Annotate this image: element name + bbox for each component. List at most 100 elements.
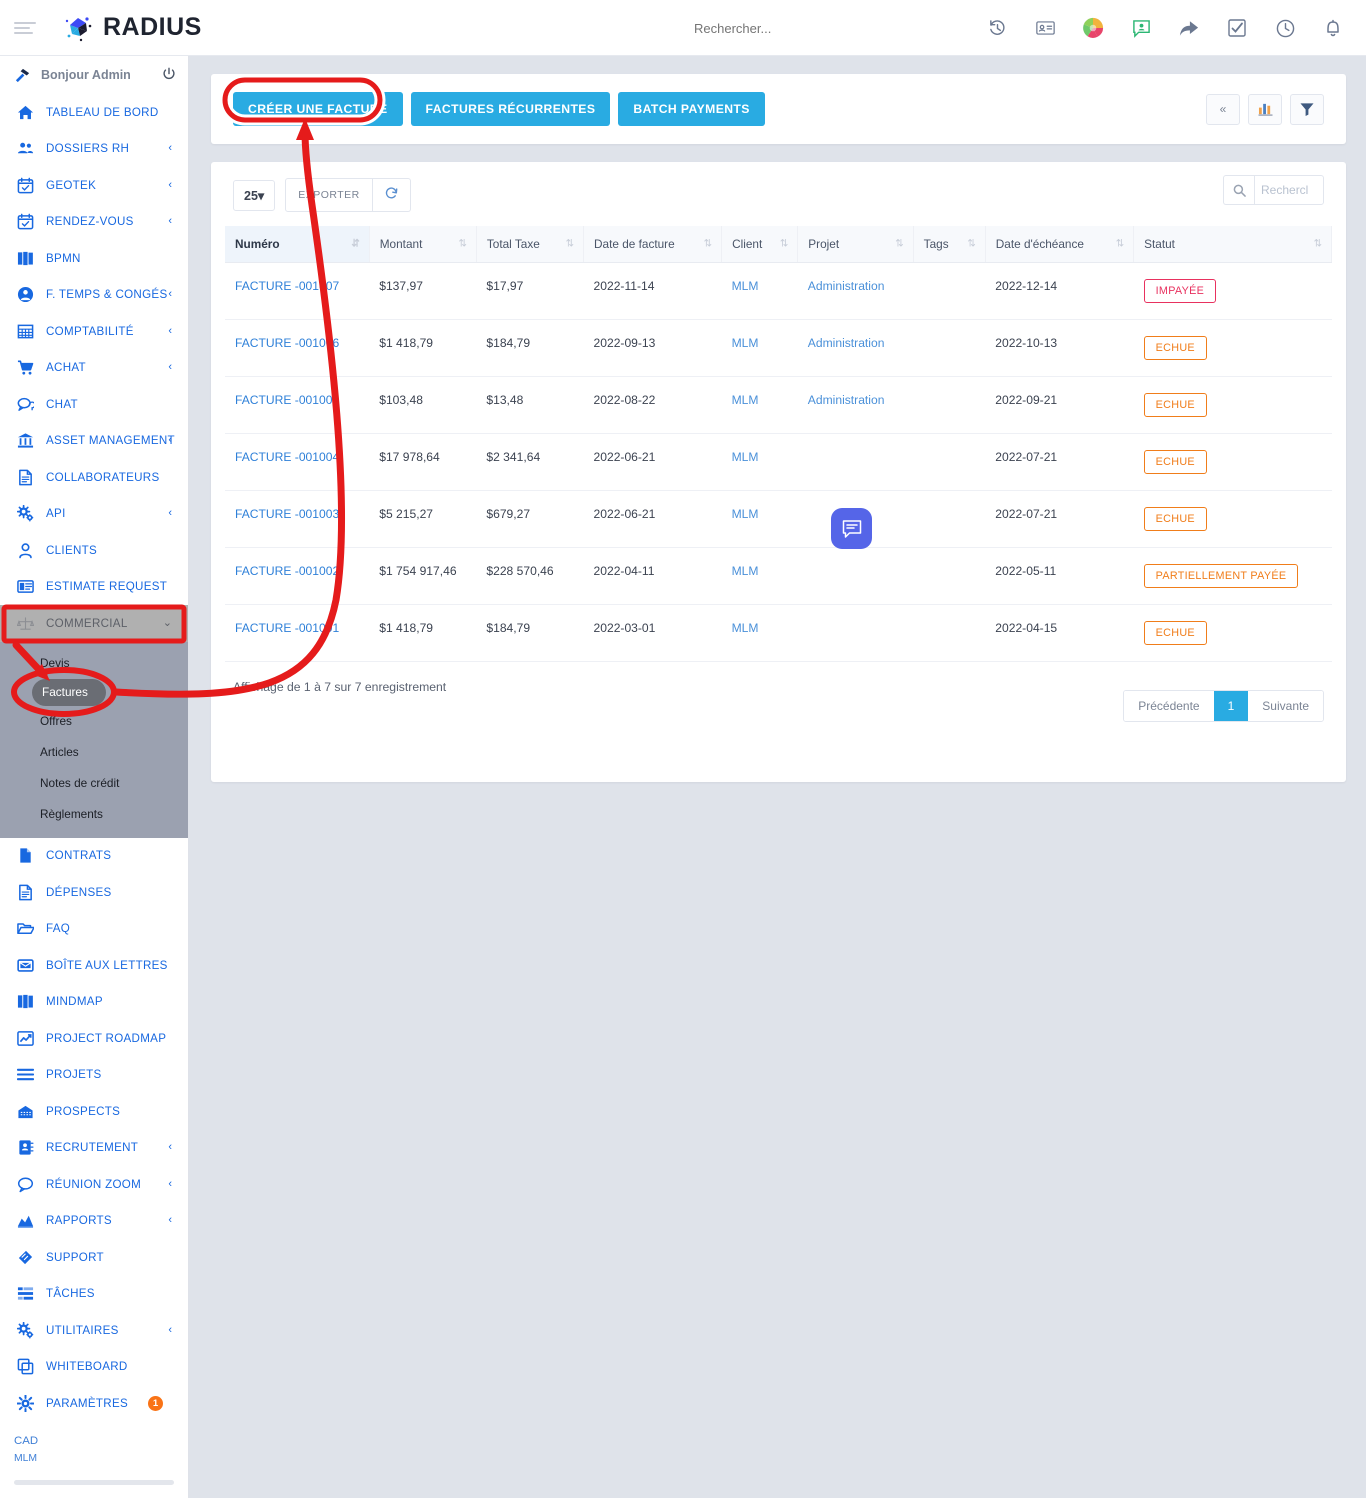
column-header-date-de-facture[interactable]: Date de facture ⇅ xyxy=(583,226,723,263)
batch-payments-button[interactable]: BATCH PAYMENTS xyxy=(618,92,765,126)
export-button[interactable]: EXPORTER xyxy=(285,178,373,212)
client-link[interactable]: MLM xyxy=(732,393,759,407)
sidebar-item-projets[interactable]: PROJETS xyxy=(0,1057,188,1094)
sidebar-subitem-r-glements[interactable]: Règlements xyxy=(0,799,188,830)
radius-logo-icon xyxy=(65,16,92,41)
invoice-link[interactable]: FACTURE -001004 xyxy=(235,450,339,464)
folder-open-icon xyxy=(16,920,34,938)
sidebar-item-collaborateurs[interactable]: COLLABORATEURS xyxy=(0,459,188,496)
client-link[interactable]: MLM xyxy=(732,621,759,635)
sidebar-item-mindmap[interactable]: MINDMAP xyxy=(0,984,188,1021)
contact-card-icon[interactable] xyxy=(1034,17,1056,39)
sidebar-item-estimate-request[interactable]: ESTIMATE REQUEST xyxy=(0,569,188,606)
table-row[interactable]: FACTURE -001001 $1 418,79 $184,79 2022-03-0… xyxy=(225,604,1332,662)
column-header-tags[interactable]: Tags ⇅ xyxy=(913,226,986,263)
cell-numero: FACTURE -001002 xyxy=(225,547,370,605)
sidebar-item-contrats[interactable]: CONTRATS xyxy=(0,838,188,875)
invoice-link[interactable]: FACTURE -001002 xyxy=(235,564,339,578)
sidebar-subitem-notes-de-cr-dit[interactable]: Notes de crédit xyxy=(0,768,188,799)
table-row[interactable]: FACTURE -001002 $1 754 917,46 $228 570,46 2… xyxy=(225,547,1332,605)
sidebar-item-bo-te-aux-lettres[interactable]: BOÎTE AUX LETTRES xyxy=(0,947,188,984)
column-header-montant[interactable]: Montant ⇅ xyxy=(369,226,477,263)
sidebar-item-commercial[interactable]: COMMERCIAL ⌄ xyxy=(0,605,188,642)
sidebar-item-chat[interactable]: CHAT xyxy=(0,386,188,423)
column-header-total-taxe[interactable]: Total Taxe ⇅ xyxy=(476,226,585,263)
table-row[interactable]: FACTURE -001006 $1 418,79 $184,79 2022-09-1… xyxy=(225,319,1332,377)
sidebar-item-asset-management[interactable]: ASSET MANAGEMENT ‹ xyxy=(0,423,188,460)
sidebar-item-project-roadmap[interactable]: PROJECT ROADMAP xyxy=(0,1020,188,1057)
sidebar-item-param-tres[interactable]: PARAMÈTRES 1 xyxy=(0,1385,188,1422)
pagination-previous[interactable]: Précédente xyxy=(1124,691,1214,721)
sidebar-scrollbar[interactable] xyxy=(14,1479,174,1485)
sidebar-subitem-articles[interactable]: Articles xyxy=(0,737,188,768)
pagination-next[interactable]: Suivante xyxy=(1248,691,1323,721)
invoice-link[interactable]: FACTURE -001006 xyxy=(235,336,339,350)
recurring-invoices-button[interactable]: FACTURES RÉCURRENTES xyxy=(410,92,611,126)
pagination-page-1[interactable]: 1 xyxy=(1213,691,1249,721)
menu-toggle-icon[interactable] xyxy=(14,19,36,37)
sidebar-subitem-devis[interactable]: Devis xyxy=(0,648,188,679)
sidebar-item-t-ches[interactable]: TÂCHES xyxy=(0,1276,188,1313)
create-invoice-button[interactable]: CRÉER UNE FACTURE xyxy=(233,92,403,126)
sidebar-item-geotek[interactable]: GEOTEK ‹ xyxy=(0,167,188,204)
client-link[interactable]: MLM xyxy=(732,450,759,464)
column-header-client[interactable]: Client ⇅ xyxy=(721,226,799,263)
invoice-link[interactable]: FACTURE -001007 xyxy=(235,279,339,293)
refresh-icon[interactable] xyxy=(372,178,411,212)
color-globe-icon[interactable] xyxy=(1082,17,1104,39)
sidebar-item-achat[interactable]: ACHAT ‹ xyxy=(0,350,188,387)
sidebar-item-faq[interactable]: FAQ xyxy=(0,911,188,948)
sidebar-item-utilitaires[interactable]: UTILITAIRES ‹ xyxy=(0,1312,188,1349)
column-header-date-d-ch-ance[interactable]: Date d'échéance ⇅ xyxy=(985,226,1135,263)
sidebar-item-f-temps-cong-s[interactable]: F. TEMPS & CONGÉS ‹ xyxy=(0,277,188,314)
history-icon[interactable] xyxy=(986,17,1008,39)
brand-logo[interactable]: RADIUS xyxy=(62,12,202,44)
table-row[interactable]: FACTURE -001003 $5 215,27 $679,27 2022-06-2… xyxy=(225,490,1332,548)
client-link[interactable]: MLM xyxy=(732,564,759,578)
global-search-input[interactable] xyxy=(692,20,952,37)
table-row[interactable]: FACTURE -001004 $17 978,64 $2 341,64 2022-0… xyxy=(225,433,1332,491)
logout-icon[interactable] xyxy=(162,67,176,84)
checkbox-icon[interactable] xyxy=(1226,17,1248,39)
sidebar-item-r-union-zoom[interactable]: RÉUNION ZOOM ‹ xyxy=(0,1166,188,1203)
filter-icon[interactable] xyxy=(1290,93,1324,125)
client-link[interactable]: MLM xyxy=(732,279,759,293)
clock-icon[interactable] xyxy=(1274,17,1296,39)
sidebar-item-support[interactable]: SUPPORT xyxy=(0,1239,188,1276)
sidebar-item-bpmn[interactable]: BPMN xyxy=(0,240,188,277)
sidebar-item-tableau-de-bord[interactable]: TABLEAU DE BORD xyxy=(0,94,188,131)
sidebar-item-clients[interactable]: CLIENTS xyxy=(0,532,188,569)
sidebar-item-prospects[interactable]: PROSPECTS xyxy=(0,1093,188,1130)
sidebar-item-d-penses[interactable]: DÉPENSES xyxy=(0,874,188,911)
sidebar-item-dossiers-rh[interactable]: DOSSIERS RH ‹ xyxy=(0,131,188,168)
table-search-input[interactable] xyxy=(1254,175,1324,205)
sidebar-subitem-offres[interactable]: Offres xyxy=(0,706,188,737)
column-header-projet[interactable]: Projet ⇅ xyxy=(797,226,914,263)
share-arrow-icon[interactable] xyxy=(1178,17,1200,39)
column-header-num-ro[interactable]: Numéro ⇵ xyxy=(225,226,370,263)
client-link[interactable]: MLM xyxy=(732,336,759,350)
invoice-link[interactable]: FACTURE -001001 xyxy=(235,621,339,635)
page-length-select[interactable]: 25▾ xyxy=(233,179,276,211)
sidebar-item-recrutement[interactable]: RECRUTEMENT ‹ xyxy=(0,1130,188,1167)
project-link[interactable]: Administration xyxy=(808,336,885,350)
sidebar-item-comptabilit[interactable]: COMPTABILITÉ ‹ xyxy=(0,313,188,350)
sidebar-subitem-factures[interactable]: Factures xyxy=(32,678,106,706)
sidebar-item-whiteboard[interactable]: WHITEBOARD xyxy=(0,1349,188,1386)
bar-chart-icon[interactable] xyxy=(1248,93,1282,125)
table-row[interactable]: FACTURE -001005 $103,48 $13,48 2022-08-22 ML… xyxy=(225,376,1332,434)
sidebar-item-rapports[interactable]: RAPPORTS ‹ xyxy=(0,1203,188,1240)
project-link[interactable]: Administration xyxy=(808,393,885,407)
chat-user-icon[interactable] xyxy=(1130,17,1152,39)
collapse-icon[interactable]: « xyxy=(1206,93,1240,125)
invoice-link[interactable]: FACTURE -001005 xyxy=(235,393,339,407)
table-row[interactable]: FACTURE -001007 $137,97 $17,97 2022-11-14 ML… xyxy=(225,262,1332,320)
invoice-link[interactable]: FACTURE -001003 xyxy=(235,507,339,521)
bell-icon[interactable] xyxy=(1322,17,1344,39)
project-link[interactable]: Administration xyxy=(808,279,885,293)
client-link[interactable]: MLM xyxy=(732,507,759,521)
chat-fab-button[interactable] xyxy=(831,508,872,549)
sidebar-item-rendez-vous[interactable]: RENDEZ-VOUS ‹ xyxy=(0,204,188,241)
column-header-statut[interactable]: Statut ⇅ xyxy=(1133,226,1332,263)
sidebar-item-api[interactable]: API ‹ xyxy=(0,496,188,533)
